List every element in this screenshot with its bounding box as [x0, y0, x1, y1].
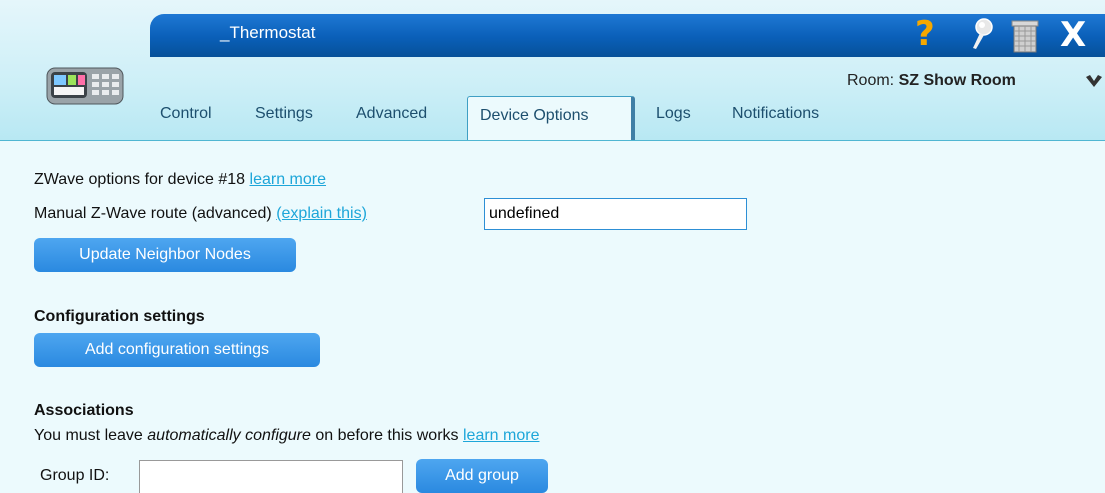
tab-device-options-label: Device Options: [480, 107, 589, 124]
tab-control[interactable]: Control: [160, 105, 212, 123]
tab-logs[interactable]: Logs: [656, 105, 691, 123]
zwave-learn-more-link[interactable]: learn more: [250, 171, 326, 188]
update-neighbor-nodes-button[interactable]: Update Neighbor Nodes: [34, 238, 296, 272]
add-group-button[interactable]: Add group: [416, 459, 548, 493]
associations-heading: Associations: [34, 402, 134, 419]
manual-route-input[interactable]: [484, 198, 747, 230]
associations-note-em: automatically configure: [147, 427, 311, 444]
group-id-label: Group ID:: [40, 467, 110, 484]
room-indicator: Room: SZ Show Room: [847, 72, 1016, 90]
pin-icon[interactable]: [967, 18, 995, 54]
associations-learn-more-link[interactable]: learn more: [463, 427, 539, 444]
zwave-options-line: ZWave options for device #18 learn more: [34, 171, 326, 189]
associations-note-before: You must leave: [34, 427, 148, 444]
window-title: _Thermostat: [220, 23, 316, 42]
tab-notifications[interactable]: Notifications: [732, 105, 819, 123]
help-icon[interactable]: ?: [915, 14, 935, 54]
close-icon[interactable]: X: [1060, 15, 1086, 55]
explain-this-link[interactable]: (explain this): [276, 205, 367, 222]
configuration-heading: Configuration settings: [34, 308, 205, 325]
route-label: Manual Z-Wave route (advanced): [34, 205, 272, 222]
room-name: SZ Show Room: [898, 72, 1016, 89]
zwave-options-text: ZWave options for device #18: [34, 171, 246, 188]
tab-advanced[interactable]: Advanced: [356, 105, 427, 123]
device-thumbnail-icon: [46, 67, 124, 105]
tab-settings[interactable]: Settings: [255, 105, 313, 123]
add-configuration-settings-button[interactable]: Add configuration settings: [34, 333, 320, 367]
title-bar[interactable]: _Thermostat ? X: [150, 14, 1105, 57]
room-label: Room:: [847, 72, 895, 89]
route-line: Manual Z-Wave route (advanced) (explain …: [34, 205, 367, 223]
chevron-down-icon[interactable]: [1085, 75, 1103, 89]
window-header: _Thermostat ? X Room: SZ Show Room Contr…: [0, 0, 1105, 141]
associations-note: You must leave automatically configure o…: [34, 427, 539, 445]
group-id-input[interactable]: [139, 460, 403, 493]
device-window: _Thermostat ? X Room: SZ Show Room Contr…: [0, 0, 1105, 493]
associations-note-after: on before this works: [310, 427, 459, 444]
trash-icon[interactable]: [1010, 18, 1040, 54]
tab-device-options[interactable]: Device Options: [467, 96, 635, 140]
